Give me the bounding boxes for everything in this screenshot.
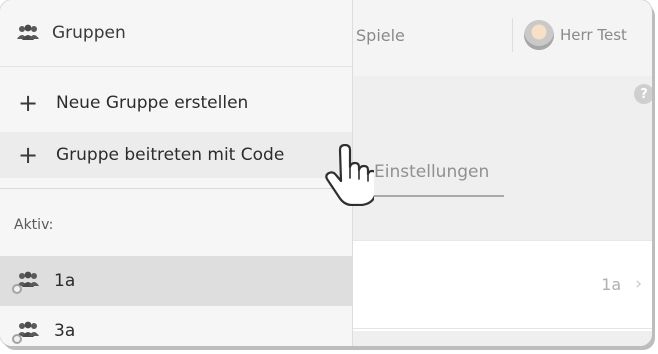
- section-divider: [0, 188, 352, 189]
- row-divider: [352, 328, 652, 329]
- tab-spiele[interactable]: Spiele: [356, 26, 405, 45]
- tab-active-indicator: [370, 195, 504, 197]
- gear-icon: [12, 334, 22, 344]
- group-icon: [12, 320, 40, 344]
- menu-item-join-group[interactable]: + Gruppe beitreten mit Code: [0, 132, 352, 178]
- drawer-divider: [0, 66, 352, 67]
- header-divider: [512, 18, 513, 52]
- menu-item-label: Gruppe beitreten mit Code: [56, 145, 285, 165]
- drawer-title: Gruppen: [52, 23, 126, 43]
- hand-pointer-icon: [325, 144, 374, 206]
- group-name: 1a: [54, 271, 76, 291]
- section-label-active: Aktiv:: [14, 217, 54, 233]
- tab-einstellungen[interactable]: Einstellungen: [374, 162, 489, 182]
- group-row-1a-detail[interactable]: 1a ›: [352, 262, 642, 306]
- help-icon[interactable]: ?: [634, 84, 652, 104]
- avatar: [524, 20, 554, 50]
- plus-icon: +: [18, 89, 39, 117]
- app-window: Spiele Herr Test ? Einstellungen 1a › Gr…: [0, 0, 652, 346]
- drawer-header[interactable]: Gruppen: [0, 0, 352, 66]
- group-name: 3a: [54, 321, 76, 341]
- user-name: Herr Test: [560, 26, 627, 44]
- row-value: 1a: [601, 274, 622, 294]
- menu-item-new-group[interactable]: + Neue Gruppe erstellen: [0, 80, 352, 126]
- plus-icon: +: [18, 141, 39, 169]
- user-menu[interactable]: Herr Test: [524, 18, 627, 52]
- groups-drawer: Gruppen + Neue Gruppe erstellen + Gruppe…: [0, 0, 353, 346]
- group-item-3a[interactable]: 3a: [0, 306, 352, 346]
- group-item-1a[interactable]: 1a: [0, 256, 352, 306]
- gear-icon: [12, 284, 22, 294]
- menu-item-label: Neue Gruppe erstellen: [56, 93, 249, 113]
- chevron-right-icon: ›: [635, 274, 642, 294]
- group-icon: [12, 270, 40, 294]
- group-icon: [16, 23, 40, 43]
